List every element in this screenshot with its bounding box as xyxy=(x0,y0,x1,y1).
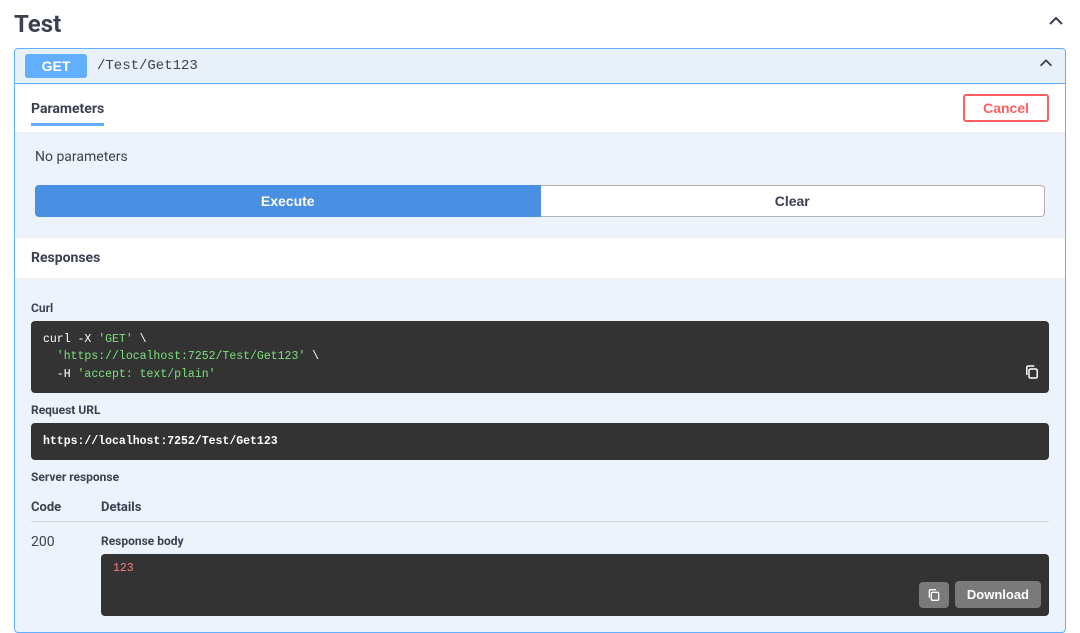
endpoint-path: /Test/Get123 xyxy=(97,58,198,74)
curl-code-block: curl -X 'GET' \ 'https://localhost:7252/… xyxy=(31,321,1049,393)
response-details: Response body 123 Download xyxy=(101,534,1049,616)
no-parameters-text: No parameters xyxy=(15,133,1065,185)
endpoint-header[interactable]: GET /Test/Get123 xyxy=(15,49,1065,84)
code-column-header: Code xyxy=(31,500,101,515)
collapse-endpoint-icon[interactable] xyxy=(1037,55,1055,77)
response-body-label: Response body xyxy=(101,534,1049,548)
copy-response-icon[interactable] xyxy=(919,582,949,608)
response-row: 200 Response body 123 Download xyxy=(31,522,1049,616)
details-column-header: Details xyxy=(101,500,1049,515)
action-button-row: Execute Clear xyxy=(15,185,1065,237)
request-url-value: https://localhost:7252/Test/Get123 xyxy=(43,435,278,448)
page-title: Test xyxy=(14,10,61,38)
server-response-label: Server response xyxy=(31,470,1049,484)
execute-button[interactable]: Execute xyxy=(35,185,541,217)
responses-heading: Responses xyxy=(15,237,1065,279)
request-url-block: https://localhost:7252/Test/Get123 xyxy=(31,423,1049,460)
collapse-section-icon[interactable] xyxy=(1046,12,1066,36)
cancel-button[interactable]: Cancel xyxy=(963,94,1049,122)
download-button[interactable]: Download xyxy=(955,581,1041,608)
endpoint-panel: GET /Test/Get123 Parameters Cancel No pa… xyxy=(14,48,1066,633)
response-body-value: 123 xyxy=(113,562,134,575)
request-url-label: Request URL xyxy=(31,403,1049,417)
responses-body: Curl curl -X 'GET' \ 'https://localhost:… xyxy=(15,279,1065,632)
parameters-tab[interactable]: Parameters xyxy=(31,101,104,126)
copy-curl-icon[interactable] xyxy=(1023,363,1041,387)
response-table-header: Code Details xyxy=(31,490,1049,522)
http-method-badge: GET xyxy=(25,54,87,78)
status-code: 200 xyxy=(31,534,101,616)
section-header: Test xyxy=(0,0,1080,48)
clear-button[interactable]: Clear xyxy=(541,185,1046,217)
curl-label: Curl xyxy=(31,301,1049,315)
response-actions: Download xyxy=(919,581,1041,608)
parameters-bar: Parameters Cancel xyxy=(15,84,1065,133)
response-body-block: 123 Download xyxy=(101,554,1049,616)
